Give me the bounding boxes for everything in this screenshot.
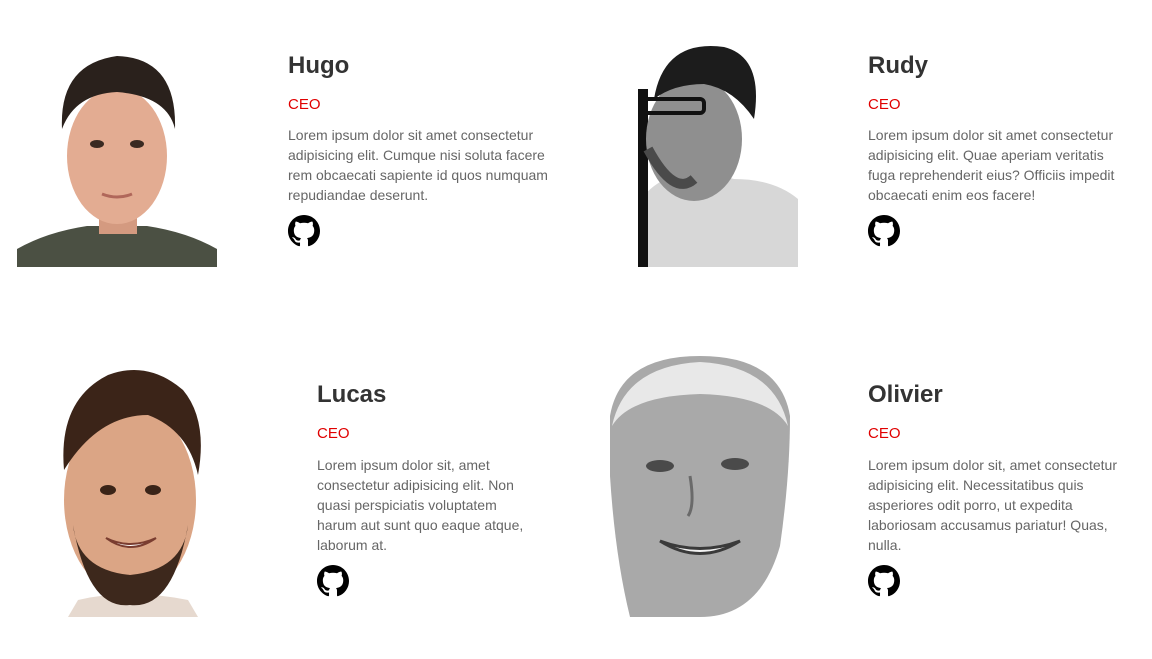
github-icon <box>288 215 320 247</box>
rudy-avatar-image <box>634 29 798 267</box>
member-bio: Lorem ipsum dolor sit, amet consectetur … <box>317 457 524 553</box>
lucas-avatar-image <box>48 360 214 617</box>
lucas-photo <box>48 360 214 617</box>
olivier-avatar-image <box>600 356 794 617</box>
hugo-photo <box>17 44 217 267</box>
olivier-photo <box>600 356 794 617</box>
member-bio: Lorem ipsum dolor sit, amet consectetur … <box>868 457 1117 553</box>
github-link[interactable] <box>868 565 900 597</box>
member-role: CEO <box>317 425 350 442</box>
github-icon <box>317 565 349 597</box>
github-link[interactable] <box>868 215 900 247</box>
github-icon <box>868 215 900 247</box>
hugo-avatar-image <box>17 44 217 267</box>
member-name: Hugo <box>288 52 350 79</box>
member-bio: Lorem ipsum dolor sit amet consectetur a… <box>868 127 1115 203</box>
github-link[interactable] <box>288 215 320 247</box>
member-name: Olivier <box>868 381 943 408</box>
github-icon <box>868 565 900 597</box>
github-link[interactable] <box>317 565 349 597</box>
member-role: CEO <box>868 425 901 442</box>
member-role: CEO <box>868 96 901 113</box>
rudy-photo <box>634 29 798 267</box>
member-role: CEO <box>288 96 321 113</box>
member-bio: Lorem ipsum dolor sit amet consectetur a… <box>288 127 548 203</box>
member-name: Lucas <box>317 381 387 408</box>
member-name: Rudy <box>868 52 928 79</box>
